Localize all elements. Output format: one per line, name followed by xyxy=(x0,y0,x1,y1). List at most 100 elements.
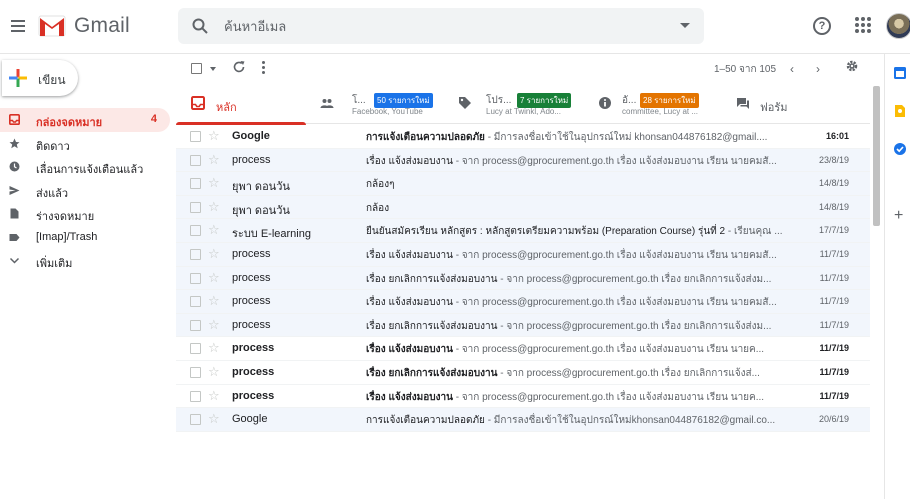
sidebar-item-label: กล่องจดหมาย xyxy=(36,117,103,129)
sidebar-item-starred[interactable]: ติดดาว xyxy=(0,132,170,156)
star-toggle-icon[interactable]: ☆ xyxy=(208,223,220,237)
row-checkbox[interactable] xyxy=(190,390,201,402)
email-subject: เรื่อง แจ้งส่งมอบงาน xyxy=(366,297,453,309)
row-checkbox[interactable] xyxy=(190,201,201,213)
sidebar-item-inbox[interactable]: กล่องจดหมาย 4 xyxy=(0,108,170,132)
tab-promotions[interactable]: โปร... 7 รายการใหม่ Lucy at Twinkl, Ado.… xyxy=(458,84,590,124)
star-toggle-icon[interactable]: ☆ xyxy=(208,412,220,426)
gmail-logo-icon[interactable] xyxy=(38,15,66,37)
email-subject: เรื่อง ยกเลิกการแจ้งส่งมอบงาน xyxy=(366,320,498,332)
email-row[interactable]: ☆ Google การแจ้งเตือนความปลอดภัย - มีการ… xyxy=(176,408,870,432)
keep-icon[interactable] xyxy=(893,104,907,118)
email-snippet: - เรียนคุณ ... xyxy=(725,226,783,238)
calendar-icon[interactable] xyxy=(893,66,907,80)
email-row[interactable]: ☆ process เรื่อง แจ้งส่งมอบงาน - จาก pro… xyxy=(176,148,870,173)
star-toggle-icon[interactable]: ☆ xyxy=(208,364,220,379)
select-options-icon[interactable] xyxy=(210,67,216,71)
top-bar: Gmail ? xyxy=(0,0,910,54)
email-date: 14/8/19 xyxy=(818,201,849,212)
compose-label: เขียน xyxy=(38,73,66,87)
email-subject-line: กล้อง xyxy=(366,201,801,216)
star-toggle-icon[interactable]: ☆ xyxy=(208,176,220,190)
star-toggle-icon[interactable]: ☆ xyxy=(208,317,220,332)
email-snippet: - มีการลงชื่อเข้าใช้ในอุปกรณ์ใหม่ khonsa… xyxy=(484,132,768,143)
tab-title: โ... xyxy=(352,95,366,106)
star-toggle-icon[interactable]: ☆ xyxy=(208,129,220,143)
row-checkbox[interactable] xyxy=(190,319,201,331)
email-row[interactable]: ☆ process เรื่อง ยกเลิกการแจ้งส่งมอบงาน … xyxy=(176,360,870,385)
email-subject: เรื่อง ยกเลิกการแจ้งส่งมอบงาน xyxy=(366,367,498,379)
sidebar-item-label: เพิ่มเติม xyxy=(36,258,73,270)
row-checkbox[interactable] xyxy=(190,366,201,378)
email-row[interactable]: ☆ process เรื่อง ยกเลิกการแจ้งส่งมอบงาน … xyxy=(176,266,870,291)
email-row[interactable]: ☆ process เรื่อง แจ้งส่งมอบงาน - จาก pro… xyxy=(176,290,870,314)
compose-button[interactable]: เขียน xyxy=(2,60,78,96)
email-row[interactable]: ☆ ระบบ E-learning ยืนยันสมัครเรียน หลักส… xyxy=(176,219,870,243)
email-date: 23/8/19 xyxy=(818,154,849,165)
email-row[interactable]: ☆ Google การแจ้งเตือนความปลอดภัย - มีการ… xyxy=(176,125,870,149)
email-sender: process xyxy=(232,318,271,331)
email-snippet: - จาก process@gprocurement.go.th เรื่อง … xyxy=(497,273,772,285)
row-checkbox[interactable] xyxy=(190,272,201,284)
row-checkbox[interactable] xyxy=(190,248,201,260)
chevron-down-icon xyxy=(9,257,20,264)
star-toggle-icon[interactable]: ☆ xyxy=(208,270,220,285)
row-checkbox[interactable] xyxy=(190,343,201,355)
row-checkbox[interactable] xyxy=(190,154,201,166)
sidebar-item-drafts[interactable]: ร่างจดหมาย xyxy=(0,202,170,226)
tab-social[interactable]: โ... 50 รายการใหม่ Facebook, YouTube xyxy=(320,84,448,124)
email-subject-line: การแจ้งเตือนความปลอดภัย - มีการลงชื่อเข้… xyxy=(366,413,801,428)
email-row[interactable]: ☆ ยุพา ดอนวัน กล้อง 14/8/19 xyxy=(176,195,870,220)
star-toggle-icon[interactable]: ☆ xyxy=(208,388,220,403)
email-row[interactable]: ☆ process เรื่อง แจ้งส่งมอบงาน - จาก pro… xyxy=(176,384,870,409)
forum-icon xyxy=(737,98,749,109)
row-checkbox[interactable] xyxy=(190,178,201,190)
star-toggle-icon[interactable]: ☆ xyxy=(208,341,220,355)
sidebar-item-sent[interactable]: ส่งแล้ว xyxy=(0,179,170,203)
row-checkbox[interactable] xyxy=(190,414,201,426)
help-icon[interactable]: ? xyxy=(813,17,831,35)
sidebar-item-trash[interactable]: [Imap]/Trash xyxy=(0,226,170,250)
star-toggle-icon[interactable]: ☆ xyxy=(208,152,220,167)
email-row[interactable]: ☆ process เรื่อง แจ้งส่งมอบงาน - จาก pro… xyxy=(176,337,870,361)
account-avatar[interactable] xyxy=(886,13,910,39)
star-toggle-icon[interactable]: ☆ xyxy=(208,199,220,214)
email-row[interactable]: ☆ process เรื่อง แจ้งส่งมอบงาน - จาก pro… xyxy=(176,242,870,267)
star-toggle-icon[interactable]: ☆ xyxy=(208,246,220,261)
sidebar-item-snoozed[interactable]: เลื่อนการแจ้งเตือนแล้ว xyxy=(0,155,170,179)
sidebar-item-more[interactable]: เพิ่มเติม xyxy=(0,249,170,273)
email-sender: Google xyxy=(232,413,268,426)
next-page-icon[interactable]: › xyxy=(816,62,820,76)
email-sender: ยุพา ดอนวัน xyxy=(232,204,290,217)
email-row[interactable]: ☆ ยุพา ดอนวัน กล้องๆ 14/8/19 xyxy=(176,172,870,196)
main-menu-icon[interactable] xyxy=(8,17,28,37)
tab-forums[interactable]: ฟอรัม xyxy=(734,84,870,124)
search-icon[interactable] xyxy=(191,17,209,35)
search-input[interactable] xyxy=(224,17,644,35)
inbox-icon xyxy=(191,96,205,110)
row-checkbox[interactable] xyxy=(190,296,201,308)
new-count-badge: 7 รายการใหม่ xyxy=(517,93,572,108)
row-checkbox[interactable] xyxy=(190,131,201,142)
email-subject: เรื่อง แจ้งส่งมอบงาน xyxy=(366,155,453,167)
row-checkbox[interactable] xyxy=(190,225,201,237)
star-toggle-icon[interactable]: ☆ xyxy=(208,294,220,308)
more-options-icon[interactable] xyxy=(262,60,266,74)
select-all-checkbox[interactable] xyxy=(191,63,202,74)
tasks-icon[interactable] xyxy=(893,142,907,156)
gear-icon[interactable] xyxy=(845,59,859,73)
refresh-icon[interactable] xyxy=(232,60,246,74)
search-options-icon[interactable] xyxy=(680,23,690,28)
star-icon xyxy=(9,138,20,148)
email-row[interactable]: ☆ process เรื่อง ยกเลิกการแจ้งส่งมอบงาน … xyxy=(176,313,870,338)
tab-primary[interactable]: หลัก xyxy=(176,84,306,125)
new-count-badge: 28 รายการใหม่ xyxy=(640,93,699,108)
email-sender: process xyxy=(232,389,275,402)
add-addon-icon[interactable]: + xyxy=(894,208,903,224)
app-name[interactable]: Gmail xyxy=(74,14,130,38)
prev-page-icon[interactable]: ‹ xyxy=(790,62,794,76)
email-list-scrollbar[interactable] xyxy=(873,86,880,226)
tab-updates[interactable]: อั... 28 รายการใหม่ committee, Lucy at .… xyxy=(596,84,724,124)
search-bar[interactable] xyxy=(178,8,704,44)
apps-grid-icon[interactable] xyxy=(855,17,871,33)
